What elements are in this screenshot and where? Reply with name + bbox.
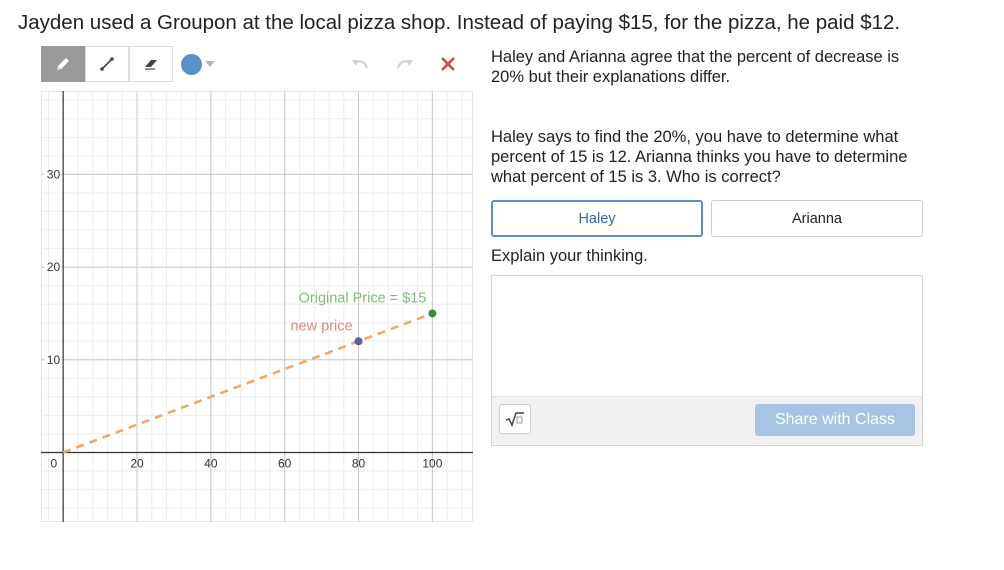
x-tick-label: 80 (352, 456, 366, 470)
eraser-icon (145, 60, 157, 70)
prompt-title: Jayden used a Groupon at the local pizza… (18, 11, 901, 34)
undo-icon[interactable] (350, 55, 370, 73)
close-icon[interactable] (439, 55, 457, 73)
color-swatch (181, 53, 202, 75)
eraser-tool-button[interactable] (129, 46, 173, 82)
pencil-icon (57, 58, 69, 70)
answer-footer: Share with Class (492, 396, 922, 445)
share-button[interactable]: Share with Class (755, 404, 915, 436)
annotation-new-price: new price (290, 318, 352, 334)
line-tool-button[interactable] (85, 46, 129, 82)
y-tick-label: 20 (47, 260, 61, 274)
chevron-down-icon (205, 61, 215, 67)
x-tick-label: 0 (50, 456, 57, 470)
choice-haley-button[interactable]: Haley (491, 200, 703, 237)
x-tick-label: 100 (422, 456, 442, 470)
question-statement-1: Haley and Arianna agree that the percent… (491, 48, 900, 86)
data-point (354, 337, 363, 346)
question-statement-2: Haley says to find the 20%, you have to … (491, 128, 908, 186)
y-tick-label: 10 (47, 353, 61, 367)
line-icon (100, 57, 114, 71)
answer-box: Share with Class (491, 275, 926, 446)
x-tick-label: 40 (204, 456, 218, 470)
square-root-icon (505, 412, 524, 427)
redo-icon[interactable] (395, 55, 415, 73)
x-tick-label: 60 (278, 456, 292, 470)
math-button[interactable] (499, 404, 531, 434)
sketch-graph[interactable]: 0 20 40 60 80 100 10 20 30 Original Price = $15 ne… (41, 91, 473, 522)
annotation-original-price: Original Price = $15 (299, 290, 427, 306)
answer-input[interactable] (492, 276, 926, 401)
explain-label: Explain your thinking. (491, 247, 648, 265)
color-picker[interactable] (181, 53, 217, 75)
pencil-tool-button[interactable] (41, 46, 85, 82)
data-point (428, 309, 437, 318)
y-tick-label: 30 (47, 167, 61, 181)
choice-arianna-button[interactable]: Arianna (711, 200, 923, 237)
sketch-toolbar (41, 46, 473, 82)
x-tick-label: 20 (130, 456, 144, 470)
